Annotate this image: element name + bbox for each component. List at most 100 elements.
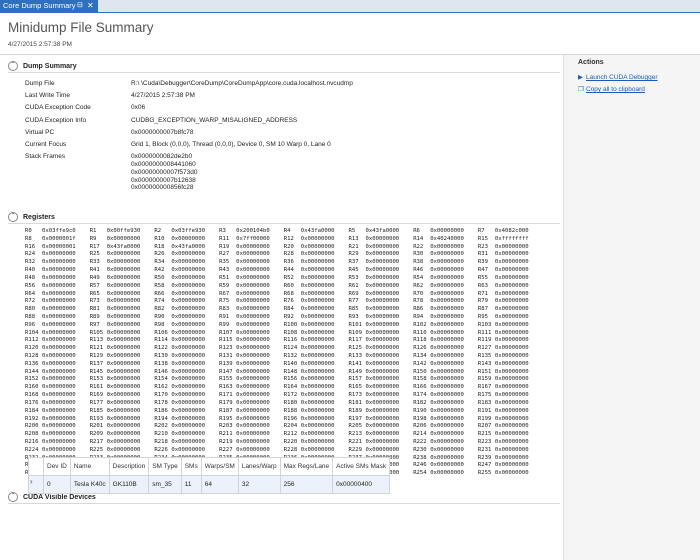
- column-header[interactable]: Warps/SM: [200, 457, 239, 476]
- section-divider: [8, 223, 560, 224]
- register-value: 0x00000000: [300, 376, 335, 383]
- register-name: R40: [25, 267, 36, 274]
- register-value: 0x00000000: [365, 282, 400, 289]
- register-value: 0x00000000: [106, 399, 141, 406]
- register-value: 0x00000000: [106, 423, 141, 430]
- table-cell: Tesla K40c: [69, 475, 110, 494]
- register-value: 0x00000000: [236, 313, 270, 320]
- register-value: 0x00000000: [300, 392, 335, 399]
- summary-key: CUDA Exception Code: [25, 104, 91, 112]
- register-name: R102: [413, 321, 427, 328]
- register-value: 0x00000000: [365, 321, 400, 328]
- column-header[interactable]: Description: [108, 457, 150, 476]
- register-name: R8: [25, 235, 32, 242]
- register-name: R247: [477, 462, 492, 469]
- register-value: 0x00000000: [365, 274, 400, 281]
- register-value: 0x00000000: [171, 407, 206, 414]
- register-value: 0x00000000: [236, 337, 270, 344]
- column-header[interactable]: Name: [69, 457, 110, 476]
- register-value: 0x00000000: [300, 345, 335, 352]
- dump-summary-header[interactable]: ⌃ Dump Summary: [8, 61, 77, 71]
- register-name: R27: [219, 251, 230, 258]
- register-name: R73: [89, 298, 100, 305]
- register-name: R105: [89, 329, 104, 336]
- register-value: 0x00000000: [171, 298, 206, 305]
- register-name: R238: [413, 454, 427, 461]
- register-name: R104: [25, 329, 39, 336]
- register-name: R167: [477, 384, 492, 391]
- register-value: 0x00000000: [430, 251, 464, 258]
- register-name: R198: [413, 415, 427, 422]
- register-value: 0x00000000: [106, 329, 141, 336]
- register-name: R35: [219, 259, 230, 266]
- collapse-chevron-icon[interactable]: ⌃: [8, 492, 18, 502]
- register-name: R153: [89, 376, 104, 383]
- column-header[interactable]: Max Regs/Lane: [279, 457, 334, 476]
- register-name: R221: [348, 438, 362, 445]
- column-header[interactable]: Lanes/Warp: [237, 457, 281, 476]
- register-name: R34: [154, 259, 165, 266]
- register-value: 0x00000000: [494, 282, 529, 289]
- register-name: R178: [154, 399, 168, 406]
- register-name: R223: [477, 438, 492, 445]
- register-name: R59: [219, 282, 230, 289]
- register-value: 0x00000000: [236, 423, 270, 430]
- close-icon[interactable]: ✕: [87, 0, 94, 12]
- register-value: 0x00000000: [494, 353, 529, 359]
- tab-core-dump-summary[interactable]: Core Dump Summary ⊟ ✕: [0, 0, 98, 12]
- summary-key: Current Focus: [25, 141, 67, 148]
- pin-icon[interactable]: ⊟: [77, 0, 83, 12]
- register-name: R184: [25, 407, 39, 414]
- row-selector-icon[interactable]: ›: [30, 477, 33, 486]
- collapse-chevron-icon[interactable]: ⌃: [8, 61, 18, 71]
- register-value: 0x00000000: [236, 298, 270, 305]
- column-header[interactable]: Active SMs Mask: [332, 457, 391, 476]
- register-value: 0x200104b0: [236, 228, 270, 234]
- register-name: R5: [348, 228, 356, 234]
- register-name: R18: [154, 243, 165, 250]
- register-value: 0x00000000: [430, 329, 464, 336]
- register-value: 0x00000000: [365, 360, 400, 367]
- register-value: 0x00000000: [42, 376, 76, 383]
- register-name: R122: [154, 345, 168, 352]
- register-name: R217: [89, 438, 104, 445]
- register-name: R71: [477, 290, 488, 297]
- register-value: 0x00000000: [494, 290, 529, 297]
- register-value: 0x00000000: [171, 392, 206, 399]
- register-name: R57: [89, 282, 100, 289]
- register-value: 0x00000000: [494, 454, 529, 461]
- register-value: 0x00000000: [365, 306, 400, 313]
- collapse-chevron-icon[interactable]: ⌃: [8, 212, 18, 222]
- copy-to-clipboard-link[interactable]: ❐ Copy all to clipboard: [578, 85, 645, 93]
- register-value: 0x00000000: [106, 407, 141, 414]
- table-row[interactable]: 0 Tesla K40c GK110B sm_35 11 64 32 256 0x0000040…: [28, 475, 391, 494]
- row-header-cell: [28, 457, 44, 476]
- register-name: R3: [219, 228, 226, 234]
- register-name: R76: [283, 298, 294, 305]
- registers-header[interactable]: ⌃ Registers: [8, 212, 55, 222]
- register-value: 0x00000000: [106, 274, 141, 281]
- register-value: 0x00000000: [171, 423, 206, 430]
- register-name: R22: [413, 243, 424, 250]
- register-value: 0x00000000: [494, 313, 529, 320]
- register-name: R33: [89, 259, 100, 266]
- register-value: 0x00000000: [106, 290, 141, 297]
- column-header[interactable]: SM Type: [148, 457, 182, 476]
- register-value: 0x00000000: [300, 282, 335, 289]
- register-name: R231: [477, 446, 492, 453]
- register-name: R175: [477, 392, 492, 399]
- register-name: R158: [413, 376, 427, 383]
- register-value: 0x00000000: [494, 274, 529, 281]
- column-header[interactable]: Dev ID: [43, 457, 71, 476]
- column-header[interactable]: SMs: [180, 457, 202, 476]
- register-name: R25: [89, 251, 100, 258]
- register-value: 0x00000000: [365, 298, 400, 305]
- register-value: 0x00000000: [236, 267, 270, 274]
- register-name: R187: [219, 407, 233, 414]
- register-name: R165: [348, 384, 362, 391]
- register-name: R54: [413, 274, 424, 281]
- register-name: R254: [413, 470, 427, 477]
- register-name: R183: [477, 399, 492, 406]
- launch-cuda-debugger-link[interactable]: ▶ Launch CUDA Debugger: [578, 73, 658, 81]
- register-name: R50: [154, 274, 165, 281]
